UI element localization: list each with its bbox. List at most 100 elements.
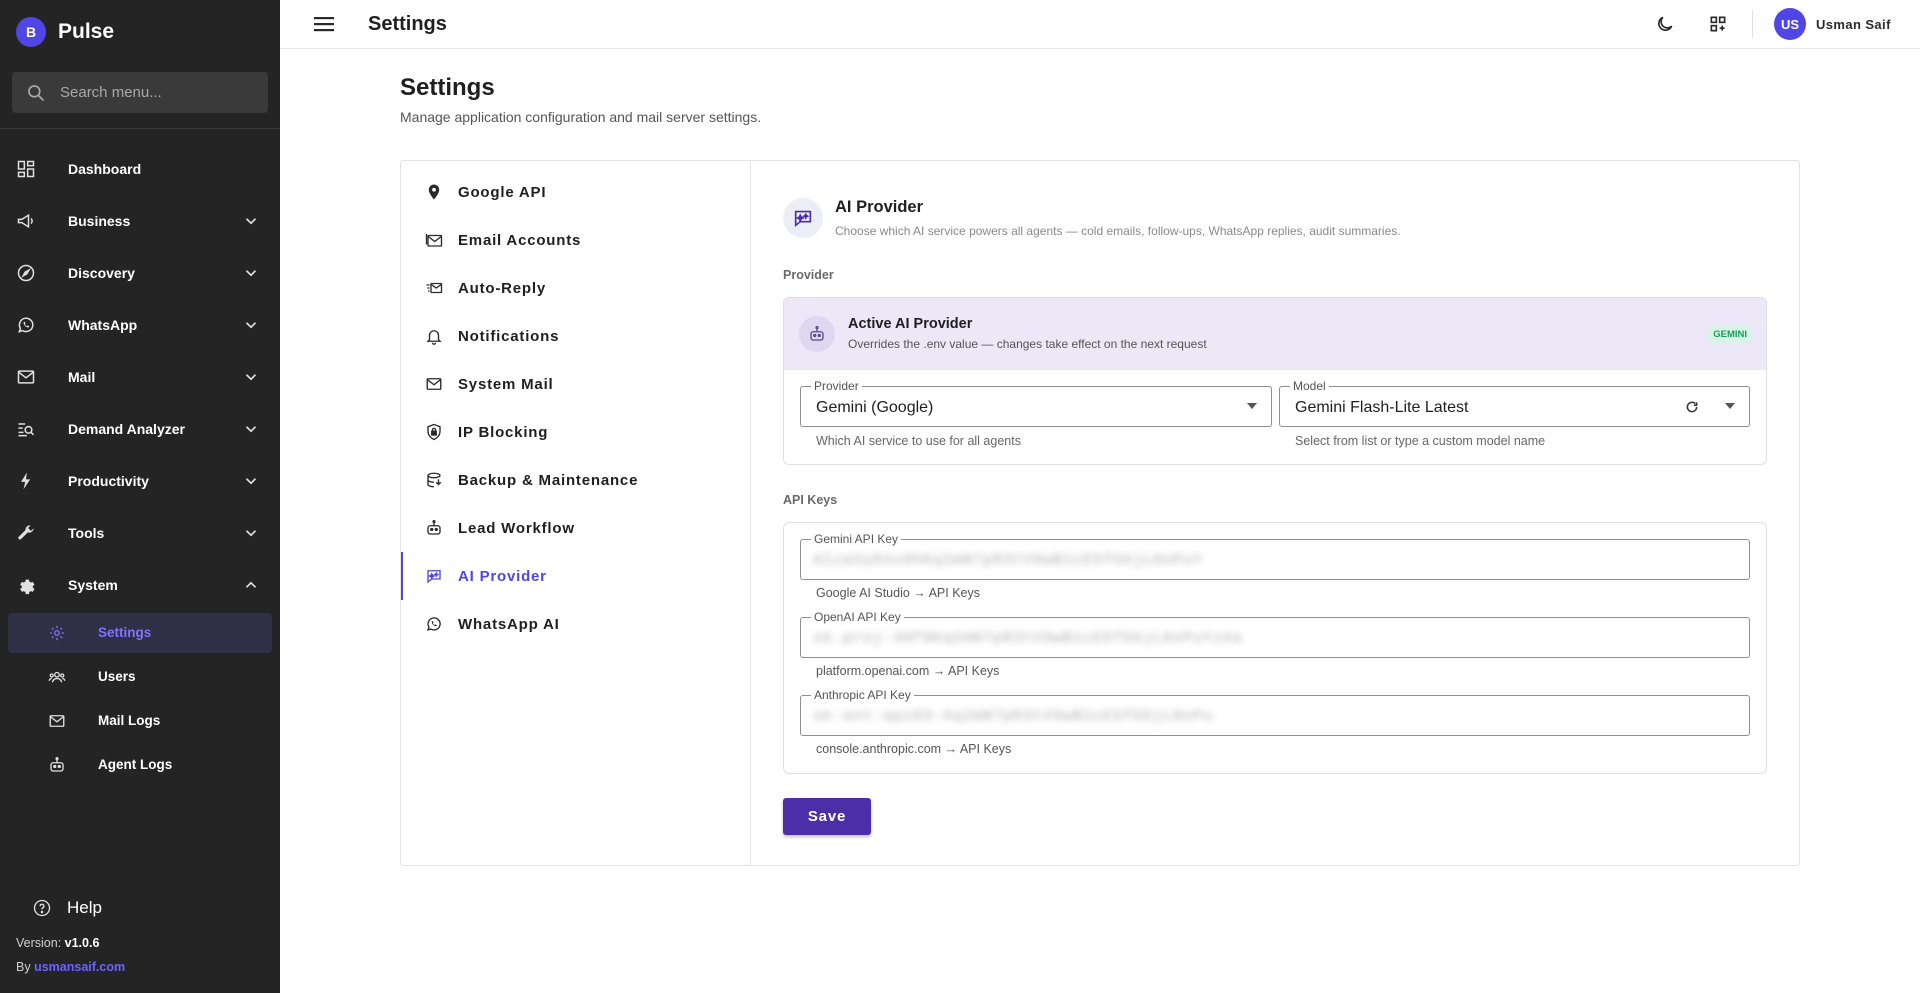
sidebar-item-dashboard[interactable]: Dashboard [0,143,280,195]
whatsapp-icon [426,617,441,632]
model-combobox-value: Gemini Flash-Lite Latest [1295,399,1469,416]
avatar[interactable]: US [1774,8,1806,40]
tab-system-mail[interactable]: System Mail [401,360,750,408]
tab-google-api[interactable]: Google API [401,168,750,216]
gear-icon [20,579,35,595]
topbar-separator [1752,10,1753,38]
page-title: Settings [400,74,495,101]
chevron-up-icon [245,581,257,588]
version-prefix: Version: [16,936,62,950]
tab-label: AI Provider [458,568,547,585]
shield-lock-icon [427,423,441,441]
settings-tabs: Google API Email Accounts Auto-Reply Not… [401,161,751,865]
model-combobox-label: Model [1290,379,1329,393]
sidebar-subitem-agent-logs[interactable]: Agent Logs [0,743,280,787]
version-info: Version: v1.0.6 [16,936,99,950]
tab-notifications[interactable]: Notifications [401,312,750,360]
sidebar-item-label: Productivity [68,473,149,489]
openai-api-key-input[interactable] [813,626,1733,650]
sidebar-item-label: Demand Analyzer [68,421,185,437]
whatsapp-icon [18,317,34,333]
sidebar-item-discovery[interactable]: Discovery [0,247,280,299]
sidebar-subitem-mail-logs[interactable]: Mail Logs [0,699,280,743]
sidebar-item-system[interactable]: System [0,559,280,611]
robot-badge [799,316,835,352]
sidebar-item-label: Tools [68,525,105,541]
anthropic-api-key-helper: console.anthropic.com → API Keys [816,742,1012,756]
gear-icon [49,625,65,641]
tab-ip-blocking[interactable]: IP Blocking [401,408,750,456]
location-pin-icon [428,184,440,200]
tab-label: Email Accounts [458,232,582,249]
hamburger-menu-icon[interactable] [313,14,335,34]
author-link[interactable]: usmansaif.com [34,960,125,974]
gemini-api-key-field[interactable]: Gemini API Key [800,532,1750,580]
dropdown-caret-icon[interactable] [1725,403,1735,409]
tab-label: Backup & Maintenance [458,472,639,489]
sidebar-subitem-label: Settings [98,625,152,640]
sidebar-item-tools[interactable]: Tools [0,507,280,559]
tab-label: System Mail [458,376,554,393]
provider-select[interactable]: Provider Gemini (Google) [800,379,1272,427]
sidebar-item-mail[interactable]: Mail [0,351,280,403]
brand[interactable]: B Pulse [16,17,114,47]
sidebar-item-whatsapp[interactable]: WhatsApp [0,299,280,351]
mail-stack-icon [425,234,443,247]
sidebar-subitem-settings[interactable]: Settings [8,613,272,653]
tab-label: Auto-Reply [458,280,546,297]
provider-select-label: Provider [811,379,862,393]
brand-logo: B [16,17,46,47]
sidebar-nav: Dashboard Business Discovery WhatsApp Ma… [0,143,280,787]
users-icon [48,671,66,683]
active-provider-title: Active AI Provider [848,316,973,332]
mail-icon [17,370,35,384]
help-link[interactable]: Help [33,898,102,918]
refresh-icon[interactable] [1685,400,1699,414]
tab-backup-maintenance[interactable]: Backup & Maintenance [401,456,750,504]
brand-name: Pulse [58,20,115,43]
section-subtitle: Choose which AI service powers all agent… [835,224,1401,238]
sidebar-divider [0,128,280,129]
model-helper: Select from list or type a custom model … [1295,434,1546,448]
backup-icon [427,472,442,488]
tab-lead-workflow[interactable]: Lead Workflow [401,504,750,552]
mail-icon [49,715,65,727]
dark-mode-icon[interactable] [1655,14,1675,34]
search-input[interactable] [60,84,250,101]
section-icon [783,198,823,238]
anthropic-api-key-field[interactable]: Anthropic API Key [800,688,1750,736]
tab-label: Lead Workflow [458,520,575,537]
sidebar-item-demand-analyzer[interactable]: Demand Analyzer [0,403,280,455]
sidebar-search [12,72,268,113]
page-subtitle: Manage application configuration and mai… [400,109,762,125]
version-number: v1.0.6 [64,936,100,950]
help-label: Help [67,898,102,917]
ai-chat-icon [427,570,441,584]
openai-api-key-helper: platform.openai.com → API Keys [816,664,1000,678]
tab-whatsapp-ai[interactable]: WhatsApp AI [401,600,750,648]
sidebar-item-business[interactable]: Business [0,195,280,247]
envelope-icon [426,378,442,390]
dashboard-icon [17,160,35,178]
anthropic-api-key-input[interactable] [813,704,1733,728]
tab-ai-provider[interactable]: AI Provider [401,552,750,600]
sidebar-item-label: Dashboard [68,161,142,177]
sidebar-item-label: WhatsApp [68,317,138,333]
bolt-icon [21,472,31,490]
by-prefix: By [16,960,31,974]
save-button[interactable]: Save [783,798,871,835]
model-combobox[interactable]: Model Gemini Flash-Lite Latest [1279,379,1750,427]
active-provider-header: Active AI Provider Overrides the .env va… [784,298,1766,370]
apps-grid-icon[interactable] [1708,14,1728,34]
openai-api-key-field[interactable]: OpenAI API Key [800,610,1750,658]
user-name[interactable]: Usman Saif [1816,17,1891,32]
tab-auto-reply[interactable]: Auto-Reply [401,264,750,312]
sidebar-item-productivity[interactable]: Productivity [0,455,280,507]
gemini-api-key-input[interactable] [813,548,1733,572]
tab-email-accounts[interactable]: Email Accounts [401,216,750,264]
active-provider-subtitle: Overrides the .env value — changes take … [848,337,1207,351]
sidebar-subitem-users[interactable]: Users [0,655,280,699]
chevron-down-icon [245,374,257,381]
sidebar-subitem-label: Users [98,669,136,684]
tab-label: WhatsApp AI [458,616,560,633]
